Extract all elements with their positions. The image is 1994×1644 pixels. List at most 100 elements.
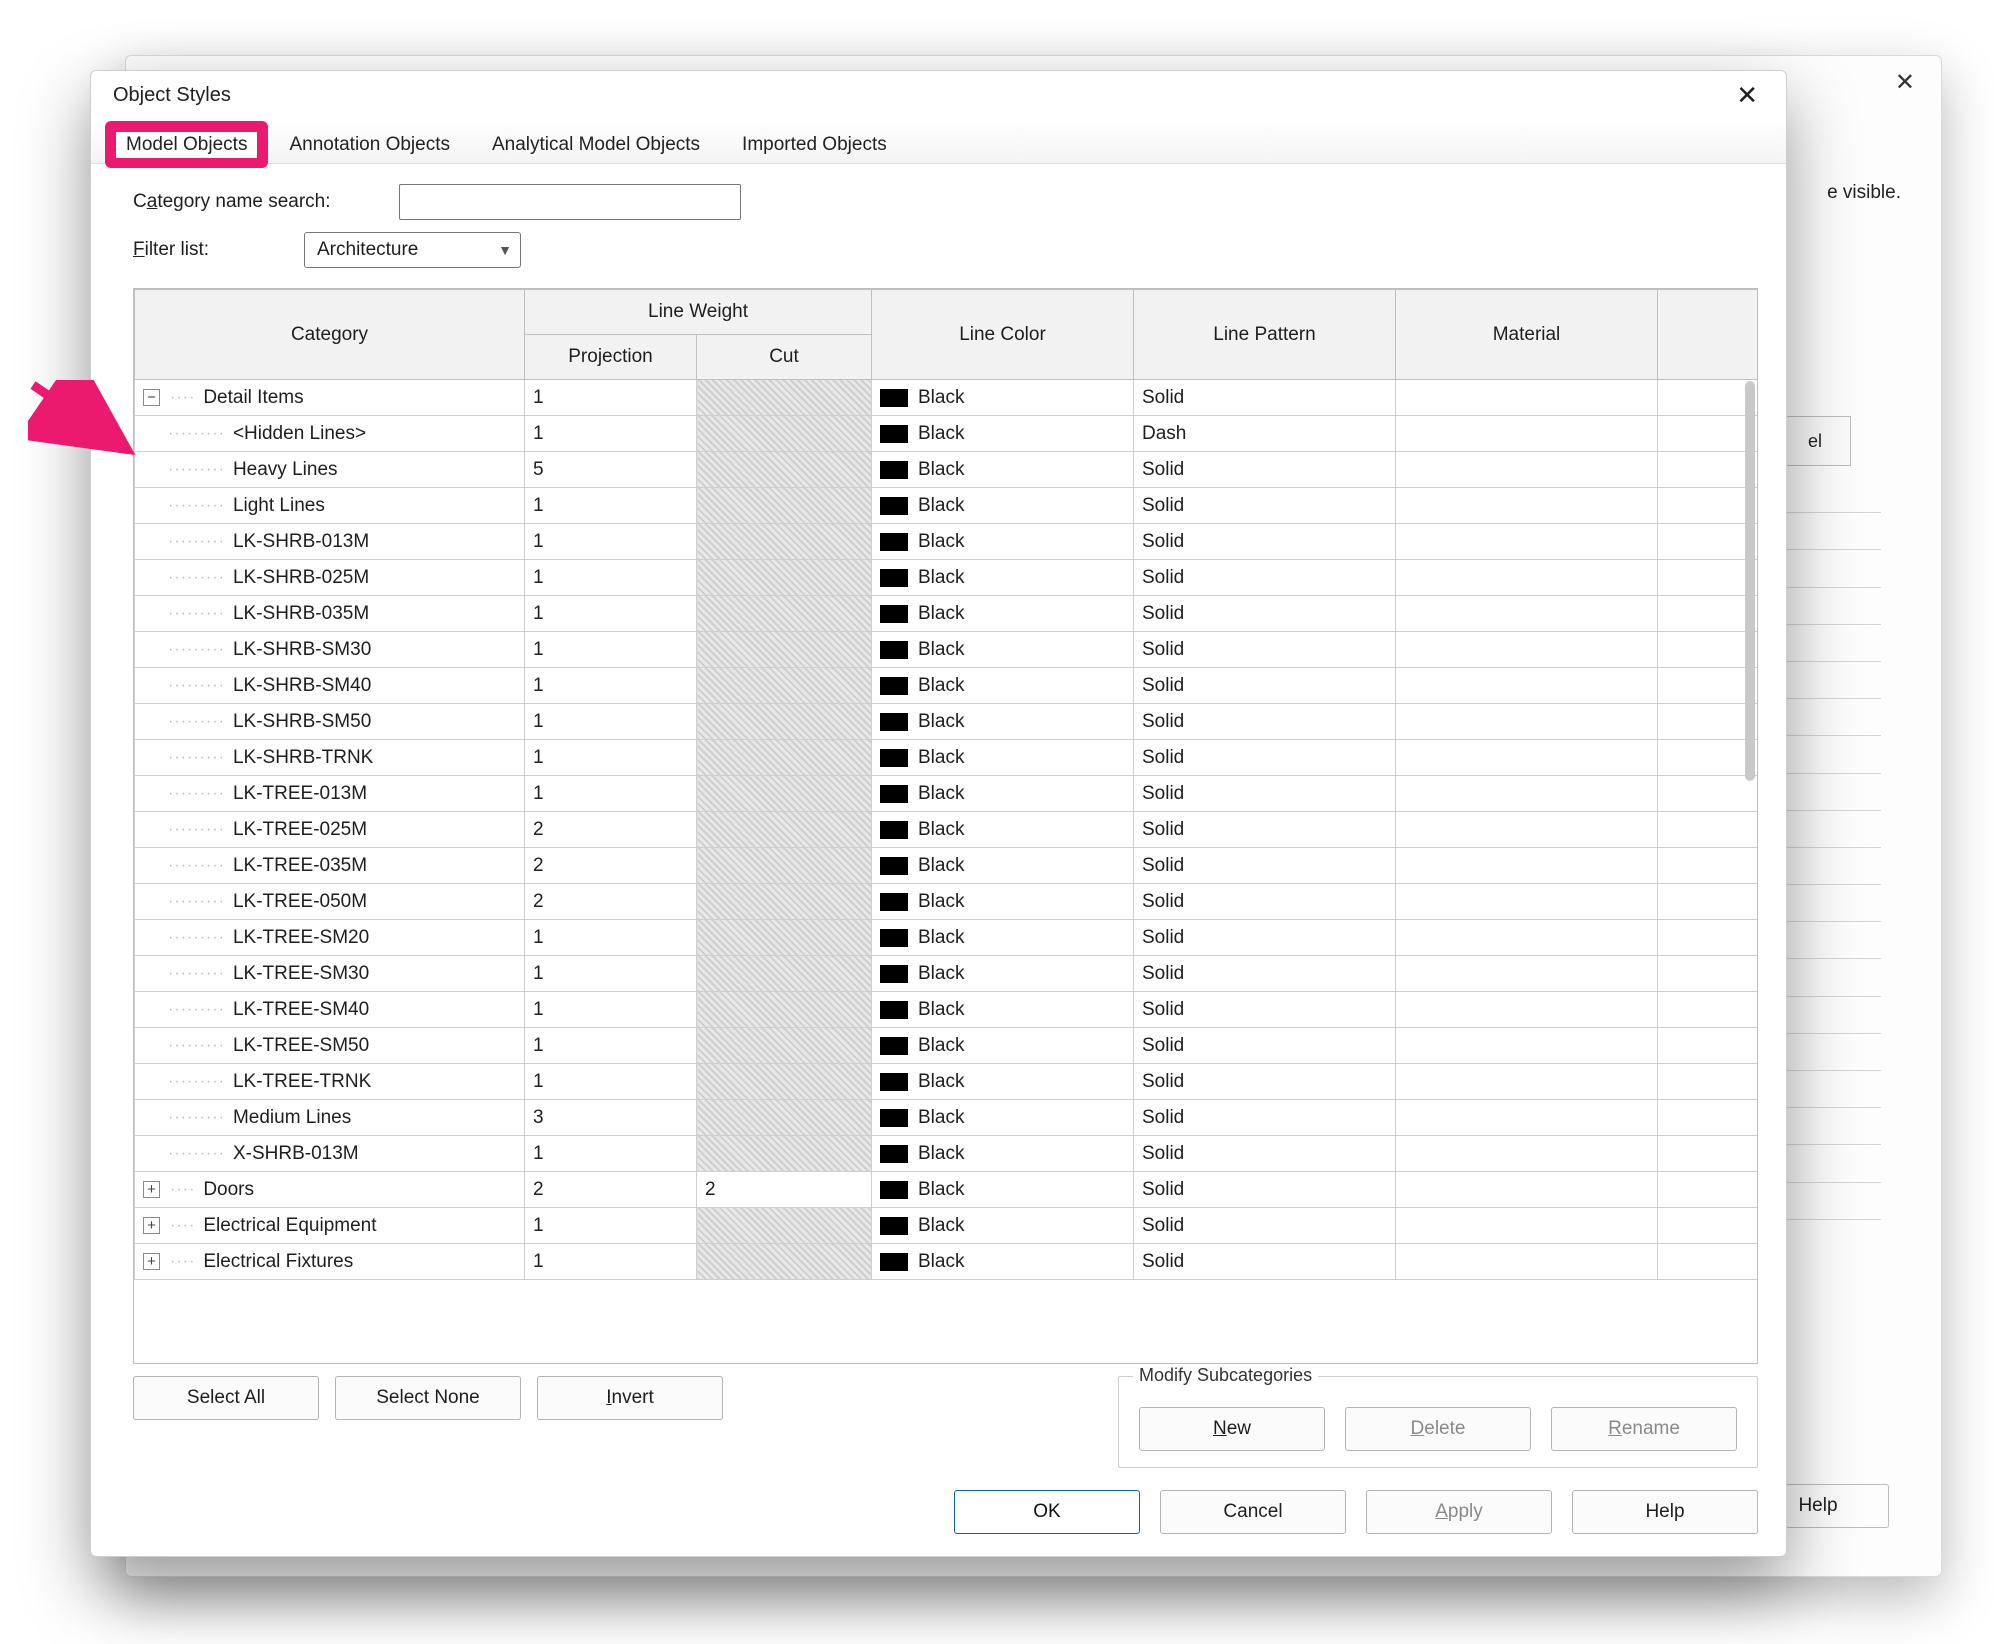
tab-imported-objects[interactable]: Imported Objects — [725, 125, 904, 164]
line-color-cell[interactable]: Black — [872, 704, 1134, 740]
header-line-weight[interactable]: Line Weight — [525, 290, 872, 335]
line-pattern-cell[interactable]: Solid — [1134, 1136, 1396, 1172]
category-cell[interactable]: ·········LK-TREE-013M — [135, 776, 525, 812]
projection-cell[interactable]: 1 — [525, 1244, 697, 1280]
line-color-cell[interactable]: Black — [872, 668, 1134, 704]
line-color-cell[interactable]: Black — [872, 884, 1134, 920]
cut-cell[interactable] — [697, 596, 872, 632]
table-row[interactable]: ·········LK-SHRB-SM301BlackSolid — [135, 632, 1758, 668]
cut-cell[interactable] — [697, 848, 872, 884]
line-pattern-cell[interactable]: Solid — [1134, 632, 1396, 668]
projection-cell[interactable]: 5 — [525, 452, 697, 488]
line-pattern-cell[interactable]: Solid — [1134, 488, 1396, 524]
category-cell[interactable]: ·········LK-TREE-035M — [135, 848, 525, 884]
line-color-cell[interactable]: Black — [872, 740, 1134, 776]
cut-cell[interactable] — [697, 1244, 872, 1280]
help-button[interactable]: Help — [1572, 1490, 1758, 1534]
material-cell[interactable] — [1396, 956, 1658, 992]
line-pattern-cell[interactable]: Solid — [1134, 848, 1396, 884]
table-row[interactable]: ·········LK-TREE-TRNK1BlackSolid — [135, 1064, 1758, 1100]
material-cell[interactable] — [1396, 560, 1658, 596]
cut-cell[interactable] — [697, 884, 872, 920]
category-cell[interactable]: ·········LK-SHRB-TRNK — [135, 740, 525, 776]
cut-cell[interactable] — [697, 524, 872, 560]
cut-cell[interactable] — [697, 956, 872, 992]
category-cell[interactable]: ·········LK-TREE-SM40 — [135, 992, 525, 1028]
material-cell[interactable] — [1396, 884, 1658, 920]
cut-cell[interactable] — [697, 1064, 872, 1100]
cut-cell[interactable] — [697, 1136, 872, 1172]
line-color-cell[interactable]: Black — [872, 380, 1134, 416]
line-pattern-cell[interactable]: Solid — [1134, 452, 1396, 488]
ok-button[interactable]: OK — [954, 1490, 1140, 1534]
material-cell[interactable] — [1396, 668, 1658, 704]
line-pattern-cell[interactable]: Solid — [1134, 380, 1396, 416]
projection-cell[interactable]: 2 — [525, 812, 697, 848]
invert-button[interactable]: Invert — [537, 1376, 723, 1420]
rename-button[interactable]: Rename — [1551, 1407, 1737, 1451]
table-row[interactable]: ·········LK-TREE-SM201BlackSolid — [135, 920, 1758, 956]
material-cell[interactable] — [1396, 1064, 1658, 1100]
projection-cell[interactable]: 1 — [525, 1208, 697, 1244]
category-cell[interactable]: ·········LK-SHRB-SM40 — [135, 668, 525, 704]
line-color-cell[interactable]: Black — [872, 1244, 1134, 1280]
table-row[interactable]: −····Detail Items1BlackSolid — [135, 380, 1758, 416]
line-color-cell[interactable]: Black — [872, 1064, 1134, 1100]
projection-cell[interactable]: 1 — [525, 524, 697, 560]
cut-cell[interactable] — [697, 992, 872, 1028]
category-cell[interactable]: ·········X-SHRB-013M — [135, 1136, 525, 1172]
category-cell[interactable]: +····Doors — [135, 1172, 525, 1208]
category-cell[interactable]: ·········LK-TREE-SM30 — [135, 956, 525, 992]
projection-cell[interactable]: 1 — [525, 1064, 697, 1100]
line-pattern-cell[interactable]: Dash — [1134, 416, 1396, 452]
line-color-cell[interactable]: Black — [872, 776, 1134, 812]
line-pattern-cell[interactable]: Solid — [1134, 740, 1396, 776]
category-cell[interactable]: ·········LK-SHRB-025M — [135, 560, 525, 596]
material-cell[interactable] — [1396, 1244, 1658, 1280]
category-cell[interactable]: ·········LK-SHRB-013M — [135, 524, 525, 560]
category-cell[interactable]: ·········LK-TREE-TRNK — [135, 1064, 525, 1100]
projection-cell[interactable]: 2 — [525, 884, 697, 920]
line-pattern-cell[interactable]: Solid — [1134, 524, 1396, 560]
projection-cell[interactable]: 1 — [525, 704, 697, 740]
table-row[interactable]: ·········LK-SHRB-SM401BlackSolid — [135, 668, 1758, 704]
expand-icon[interactable]: + — [143, 1217, 160, 1234]
material-cell[interactable] — [1396, 1028, 1658, 1064]
material-cell[interactable] — [1396, 704, 1658, 740]
scrollbar-thumb[interactable] — [1745, 381, 1755, 781]
cut-cell[interactable] — [697, 704, 872, 740]
material-cell[interactable] — [1396, 992, 1658, 1028]
line-color-cell[interactable]: Black — [872, 488, 1134, 524]
material-cell[interactable] — [1396, 740, 1658, 776]
projection-cell[interactable]: 1 — [525, 740, 697, 776]
cut-cell[interactable] — [697, 488, 872, 524]
line-color-cell[interactable]: Black — [872, 848, 1134, 884]
material-cell[interactable] — [1396, 416, 1658, 452]
header-line-pattern[interactable]: Line Pattern — [1134, 290, 1396, 380]
table-row[interactable]: +····Doors22BlackSolid — [135, 1172, 1758, 1208]
category-cell[interactable]: ·········LK-TREE-SM20 — [135, 920, 525, 956]
category-cell[interactable]: ·········<Hidden Lines> — [135, 416, 525, 452]
header-category[interactable]: Category — [135, 290, 525, 380]
category-cell[interactable]: −····Detail Items — [135, 380, 525, 416]
table-row[interactable]: +····Electrical Equipment1BlackSolid — [135, 1208, 1758, 1244]
line-color-cell[interactable]: Black — [872, 1136, 1134, 1172]
line-color-cell[interactable]: Black — [872, 1028, 1134, 1064]
cut-cell[interactable] — [697, 812, 872, 848]
table-row[interactable]: +····Electrical Fixtures1BlackSolid — [135, 1244, 1758, 1280]
line-color-cell[interactable]: Black — [872, 416, 1134, 452]
line-color-cell[interactable]: Black — [872, 1100, 1134, 1136]
table-row[interactable]: ·········Light Lines1BlackSolid — [135, 488, 1758, 524]
category-cell[interactable]: ·········Medium Lines — [135, 1100, 525, 1136]
expand-icon[interactable]: + — [143, 1181, 160, 1198]
category-cell[interactable]: +····Electrical Equipment — [135, 1208, 525, 1244]
table-row[interactable]: ·········LK-SHRB-SM501BlackSolid — [135, 704, 1758, 740]
table-row[interactable]: ·········LK-TREE-SM501BlackSolid — [135, 1028, 1758, 1064]
table-row[interactable]: ·········LK-TREE-SM401BlackSolid — [135, 992, 1758, 1028]
projection-cell[interactable]: 1 — [525, 776, 697, 812]
select-all-button[interactable]: Select All — [133, 1376, 319, 1420]
line-pattern-cell[interactable]: Solid — [1134, 884, 1396, 920]
line-pattern-cell[interactable]: Solid — [1134, 1172, 1396, 1208]
material-cell[interactable] — [1396, 920, 1658, 956]
material-cell[interactable] — [1396, 380, 1658, 416]
